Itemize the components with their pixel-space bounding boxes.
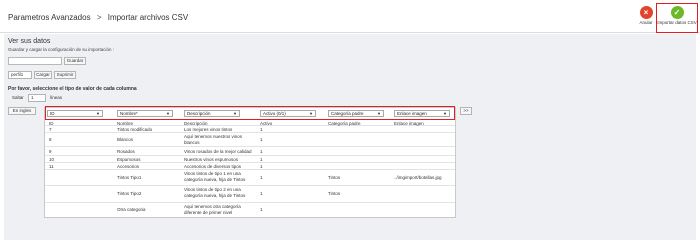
table-cell: 10 — [49, 157, 55, 162]
table-cell: 1 — [260, 149, 263, 154]
breadcrumb-root[interactable]: Parametros Avanzados — [8, 13, 91, 22]
table-cell: Vinos rosados de la mejor calidad — [184, 149, 252, 154]
mapping-title: Por favor, seleccione el tipo de valor d… — [8, 86, 137, 92]
table-cell: Tintos Tipo2 — [117, 191, 142, 196]
profile-select[interactable]: perfil1 — [8, 71, 32, 79]
table-cell: Tintos — [328, 175, 341, 180]
table-cell: 7 — [49, 127, 52, 132]
prev-columns-button[interactable]: En ingles — [8, 107, 36, 115]
table-cell: 1 — [260, 157, 263, 162]
import-button-highlight — [656, 3, 698, 33]
table-cell: Vinos tintos de tipo 1 en una categoría … — [184, 171, 246, 182]
table-cell: ../imgimport/botellas.jpg — [394, 175, 442, 180]
skip-label: Saltar — [12, 95, 24, 100]
skip-lines-input[interactable]: 1 — [28, 94, 46, 102]
table-cell: 1 — [260, 127, 263, 132]
save-config-button[interactable]: Guardar — [64, 57, 86, 65]
table-cell: 1 — [260, 164, 263, 169]
table-row: Tintos Tipo1 Vinos tintos de tipo 1 en u… — [45, 170, 455, 186]
table-row: 10 Espumosos Nuestros vinos espumosos 1 — [45, 156, 455, 163]
table-cell: Espumosos — [117, 157, 141, 162]
table-row: 8 Blancos Aquí tenemos nuestros vinos bl… — [45, 133, 455, 147]
table-row: 9 Rosados Vinos rosados de la mejor cali… — [45, 147, 455, 156]
delete-config-button[interactable]: Suprimir — [54, 71, 76, 79]
table-cell: 1 — [260, 207, 263, 212]
table-cell: 8 — [49, 137, 52, 142]
breadcrumb-separator: > — [96, 13, 102, 22]
table-cell: Otra categoria — [117, 207, 146, 212]
table-row: 11 Accesorios Accesorios de diversos tip… — [45, 163, 455, 170]
table-cell: Rosados — [117, 149, 135, 154]
skip-unit: líneas — [50, 95, 63, 100]
table-cell: Blancos — [117, 137, 134, 142]
cancel-label: Anular — [639, 20, 653, 25]
next-columns-button[interactable]: >> — [460, 107, 472, 115]
table-cell: 1 — [260, 137, 263, 142]
table-cell: Tintos Tipo1 — [117, 175, 142, 180]
cancel-icon: × — [639, 6, 653, 19]
load-config-button[interactable]: Cargar — [34, 71, 52, 79]
table-cell: Accesorios — [117, 164, 140, 169]
table-cell: Accesorios de diversos tipos — [184, 164, 242, 169]
table-cell: 1 — [260, 175, 263, 180]
breadcrumb-current: Importar archivos CSV — [107, 13, 189, 22]
table-cell: Nuestros vinos espumosos — [184, 157, 239, 162]
table-row: 7 Tintos modificado Los mejores vinos ti… — [45, 126, 455, 133]
table-cell: Vinos tintos de tipo 2 en una categoría … — [184, 187, 246, 198]
table-cell: 1 — [260, 191, 263, 196]
table-row: Tintos Tipo2 Vinos tintos de tipo 2 en u… — [45, 186, 455, 203]
import-panel: Ver sus datos Guardar y cargar la config… — [4, 34, 696, 240]
table-cell: Los mejores vinos tintos — [184, 127, 233, 132]
table-cell: Tintos modificado — [117, 127, 153, 132]
table-cell: Aquí tenemos otra categoría diferente de… — [184, 204, 241, 215]
table-cell: 11 — [49, 164, 54, 169]
table-cell: 9 — [49, 149, 52, 154]
page-title: Ver sus datos — [8, 38, 51, 45]
table-cell: Tintos — [328, 191, 341, 196]
breadcrumb: Parametros Avanzados > Importar archivos… — [8, 13, 188, 22]
config-name-input[interactable] — [8, 57, 62, 65]
table-row: Otra categoria Aquí tenemos otra categor… — [45, 203, 455, 217]
save-description: Guardar y cargar la configuración de su … — [8, 47, 115, 52]
table-cell: Aquí tenemos nuestros vinos blancos — [184, 134, 243, 145]
toolbar-header: Parametros Avanzados > Importar archivos… — [0, 0, 700, 33]
profile-select-value: perfil1 — [11, 72, 24, 77]
column-select-highlight — [45, 106, 455, 120]
